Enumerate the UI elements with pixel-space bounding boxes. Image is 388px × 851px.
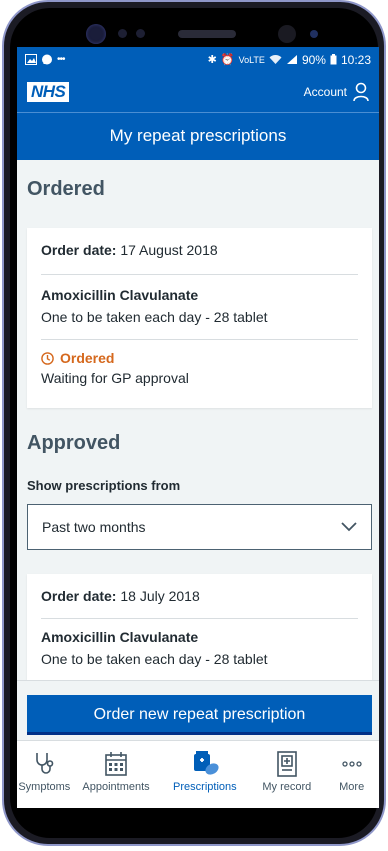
tab-prescriptions[interactable]: Prescriptions bbox=[160, 741, 249, 808]
phone-device: ••• ✱ ⏰ VoLTE 90% 10:23 NHS Account My r… bbox=[0, 0, 388, 851]
tab-label: Appointments bbox=[82, 781, 150, 793]
order-date-value: 18 July 2018 bbox=[120, 588, 200, 604]
status-badge: Ordered bbox=[41, 350, 358, 366]
volte-icon: VoLTE bbox=[238, 54, 265, 65]
status-text: Ordered bbox=[60, 350, 115, 366]
approved-prescription-card: Order date: 18 July 2018 Amoxicillin Cla… bbox=[27, 574, 372, 680]
phone-bezel: ••• ✱ ⏰ VoLTE 90% 10:23 NHS Account My r… bbox=[10, 8, 379, 838]
ellipsis-icon bbox=[342, 761, 362, 767]
user-icon bbox=[353, 82, 369, 102]
clock-icon bbox=[41, 351, 54, 365]
tab-label: My record bbox=[262, 781, 312, 793]
front-camera-icon bbox=[86, 24, 106, 44]
clock-time: 10:23 bbox=[340, 52, 371, 67]
tab-label: Symptoms bbox=[18, 781, 71, 793]
image-icon bbox=[25, 54, 37, 65]
led-indicator bbox=[310, 30, 318, 38]
page-title: My repeat prescriptions bbox=[17, 112, 379, 160]
approved-heading: Approved bbox=[27, 432, 121, 454]
ordered-heading: Ordered bbox=[27, 178, 105, 200]
account-label: Account bbox=[303, 85, 347, 99]
wifi-icon bbox=[269, 55, 282, 64]
chevron-down-icon bbox=[341, 522, 357, 532]
earpiece-speaker bbox=[178, 30, 236, 38]
medical-record-icon bbox=[276, 751, 297, 777]
bluetooth-icon: ✱ bbox=[207, 54, 217, 66]
stethoscope-icon bbox=[36, 753, 54, 774]
medicine-name: Amoxicillin Clavulanate bbox=[41, 287, 199, 303]
alarm-icon: ⏰ bbox=[220, 54, 235, 66]
status-detail: Waiting for GP approval bbox=[41, 370, 189, 386]
bottom-tab-bar: Symptoms Appointments Prescriptions My r… bbox=[17, 740, 379, 808]
phone-frame: ••• ✱ ⏰ VoLTE 90% 10:23 NHS Account My r… bbox=[2, 0, 386, 846]
order-date-value: 17 August 2018 bbox=[120, 242, 218, 258]
filter-label: Show prescriptions from bbox=[27, 478, 181, 493]
tab-label: Prescriptions bbox=[173, 781, 237, 793]
nhs-logo[interactable]: NHS bbox=[27, 82, 70, 102]
sensor-dot bbox=[118, 29, 127, 38]
status-row: Ordered bbox=[27, 340, 372, 370]
battery-percent: 90% bbox=[301, 52, 326, 67]
order-date-row: Order date: 17 August 2018 bbox=[27, 228, 372, 274]
message-icon bbox=[42, 54, 52, 64]
order-date-label: Order date: bbox=[41, 588, 117, 604]
medicine-dosage: One to be taken each day - 28 tablet bbox=[41, 651, 268, 667]
order-new-prescription-button[interactable]: Order new repeat prescription bbox=[27, 695, 372, 735]
signal-icon bbox=[286, 55, 297, 64]
app-header: NHS Account bbox=[17, 72, 379, 112]
more-icon: ••• bbox=[57, 54, 65, 65]
main-content[interactable]: Ordered Order date: 17 August 2018 Amoxi… bbox=[17, 160, 379, 680]
tab-my-record[interactable]: My record bbox=[249, 741, 324, 808]
ordered-prescription-card: Order date: 17 August 2018 Amoxicillin C… bbox=[27, 228, 372, 408]
medicine-dosage: One to be taken each day - 28 tablet bbox=[41, 309, 268, 325]
status-bar: ••• ✱ ⏰ VoLTE 90% 10:23 bbox=[17, 47, 379, 72]
medicine-name: Amoxicillin Clavulanate bbox=[41, 629, 199, 645]
tab-label: More bbox=[339, 781, 365, 793]
sensor-dot bbox=[136, 29, 145, 38]
tab-appointments[interactable]: Appointments bbox=[72, 741, 161, 808]
tab-more[interactable]: More bbox=[324, 741, 379, 808]
prescriptions-period-select[interactable]: Past two months bbox=[27, 504, 372, 550]
order-date-row: Order date: 18 July 2018 bbox=[27, 574, 372, 618]
tab-symptoms[interactable]: Symptoms bbox=[17, 741, 72, 808]
screen: ••• ✱ ⏰ VoLTE 90% 10:23 NHS Account My r… bbox=[17, 47, 379, 808]
account-link[interactable]: Account bbox=[304, 82, 369, 102]
cta-container: Order new repeat prescription bbox=[17, 680, 379, 740]
order-date-label: Order date: bbox=[41, 242, 117, 258]
battery-icon bbox=[330, 54, 337, 65]
iris-sensor-icon bbox=[278, 25, 296, 43]
pills-icon bbox=[193, 751, 219, 775]
calendar-icon bbox=[105, 752, 127, 776]
select-value: Past two months bbox=[42, 519, 146, 535]
